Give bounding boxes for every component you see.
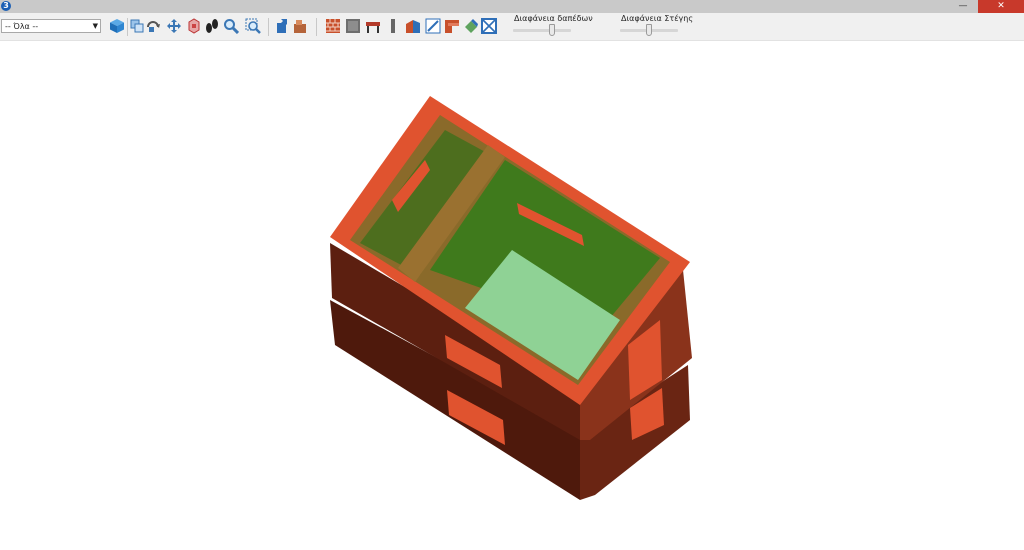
pan-icon[interactable] (166, 18, 182, 34)
3d-view-icon[interactable] (109, 18, 125, 34)
floor-transparency-label: Διαφάνεια δαπέδων (514, 14, 593, 23)
3d-viewport[interactable] (0, 41, 1024, 547)
select-icon[interactable] (186, 18, 202, 34)
rotate-icon[interactable] (145, 18, 161, 34)
app-icon: 3 (1, 1, 11, 11)
floor-transparency-slider[interactable] (513, 29, 571, 32)
frame-icon[interactable] (481, 18, 497, 34)
copy-view-icon[interactable] (129, 18, 145, 34)
stair-icon[interactable] (405, 18, 421, 34)
minimize-button[interactable]: — (952, 0, 974, 13)
import-icon[interactable] (292, 18, 308, 34)
walk-icon[interactable] (204, 18, 220, 34)
column-icon[interactable] (385, 18, 401, 34)
export-icon[interactable] (275, 18, 291, 34)
beam-icon[interactable] (365, 18, 381, 34)
wall-icon[interactable] (325, 18, 341, 34)
roof-icon[interactable] (444, 18, 460, 34)
fill-icon[interactable] (463, 18, 479, 34)
chevron-down-icon: ▼ (92, 22, 98, 30)
zoom-icon[interactable] (223, 18, 239, 34)
floor-transparency-thumb[interactable] (549, 24, 555, 36)
zoom-window-icon[interactable] (245, 18, 261, 34)
slab-icon[interactable] (345, 18, 361, 34)
roof-transparency-thumb[interactable] (646, 24, 652, 36)
roof-transparency-label: Διαφάνεια Στέγης (621, 14, 694, 23)
filter-select-value: -- Όλα -- (5, 22, 39, 31)
building-model (330, 96, 692, 500)
toolbar-separator (127, 18, 128, 36)
toolbar-separator (268, 18, 269, 36)
title-bar: 3 — ❐ ✕ (0, 0, 1024, 13)
section-icon[interactable] (425, 18, 441, 34)
filter-select[interactable]: -- Όλα -- ▼ (1, 19, 101, 33)
close-button[interactable]: ✕ (978, 0, 1024, 13)
toolbar-separator (316, 18, 317, 36)
toolbar: -- Όλα -- ▼ Διαφάνεια δαπέδων Διαφάνεια … (0, 13, 1024, 41)
